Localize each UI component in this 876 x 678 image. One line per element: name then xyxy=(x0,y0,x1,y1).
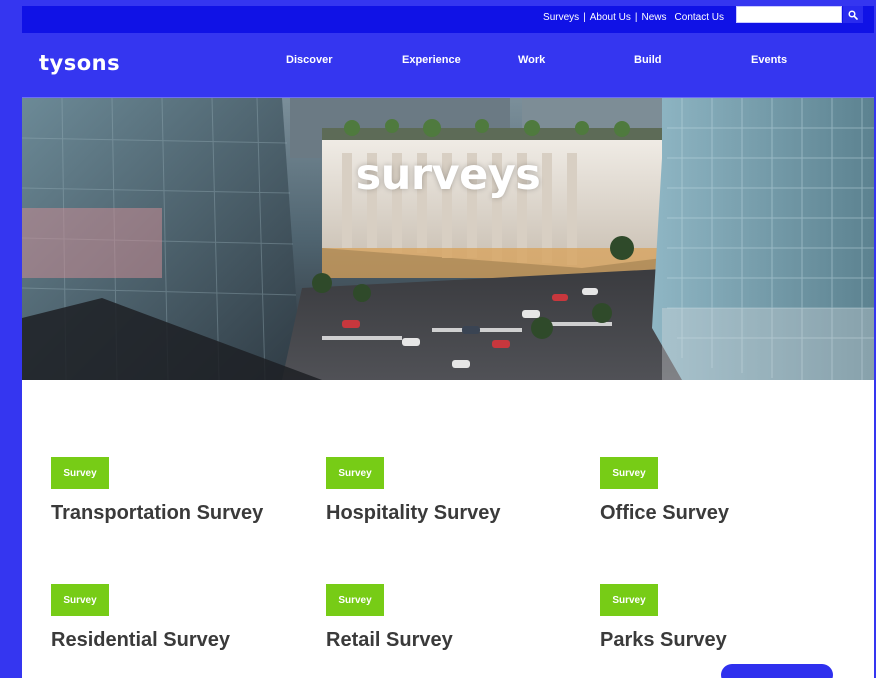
survey-badge: Survey xyxy=(51,584,109,616)
survey-badge: Survey xyxy=(600,457,658,489)
survey-title[interactable]: Residential Survey xyxy=(51,629,230,652)
page-frame: Surveys | About Us | News Contact Us Tys… xyxy=(22,6,874,678)
tysons-logo[interactable]: Tysons xyxy=(39,51,120,75)
nav-item-discover[interactable]: Discover xyxy=(286,54,332,66)
nav-item-experience[interactable]: Experience xyxy=(402,54,461,66)
survey-title[interactable]: Office Survey xyxy=(600,502,729,525)
survey-title[interactable]: Hospitality Survey xyxy=(326,502,501,525)
nav-item-work[interactable]: Work xyxy=(518,54,545,66)
utility-link-surveys[interactable]: Surveys xyxy=(543,12,579,23)
nav-item-build[interactable]: Build xyxy=(634,54,662,66)
utility-link-news[interactable]: News xyxy=(642,12,667,23)
utility-link-about-us[interactable]: About Us xyxy=(590,12,631,23)
utility-separator: | xyxy=(634,11,638,23)
utility-links: Surveys | About Us | News Contact Us xyxy=(543,6,724,28)
utility-separator: | xyxy=(583,11,586,23)
survey-badge: Survey xyxy=(326,584,384,616)
utility-bar: Surveys | About Us | News Contact Us xyxy=(22,6,874,33)
utility-link-contact-us[interactable]: Contact Us xyxy=(675,12,724,23)
survey-title[interactable]: Transportation Survey xyxy=(51,502,263,525)
search-input[interactable] xyxy=(736,6,842,23)
survey-badge: Survey xyxy=(326,457,384,489)
hero-title: surveys xyxy=(355,150,541,200)
survey-badge: Survey xyxy=(51,457,109,489)
floating-feedback-button[interactable] xyxy=(721,664,833,678)
search-icon xyxy=(848,9,858,20)
hero-cityscape-image xyxy=(22,98,874,380)
survey-title[interactable]: Parks Survey xyxy=(600,629,727,652)
survey-title[interactable]: Retail Survey xyxy=(326,629,453,652)
main-nav: Tysons Discover Experience Work Build Ev… xyxy=(22,33,874,98)
hero-banner: surveys xyxy=(22,98,874,380)
nav-item-events[interactable]: Events xyxy=(751,54,787,66)
search-button[interactable] xyxy=(843,6,863,23)
survey-badge: Survey xyxy=(600,584,658,616)
